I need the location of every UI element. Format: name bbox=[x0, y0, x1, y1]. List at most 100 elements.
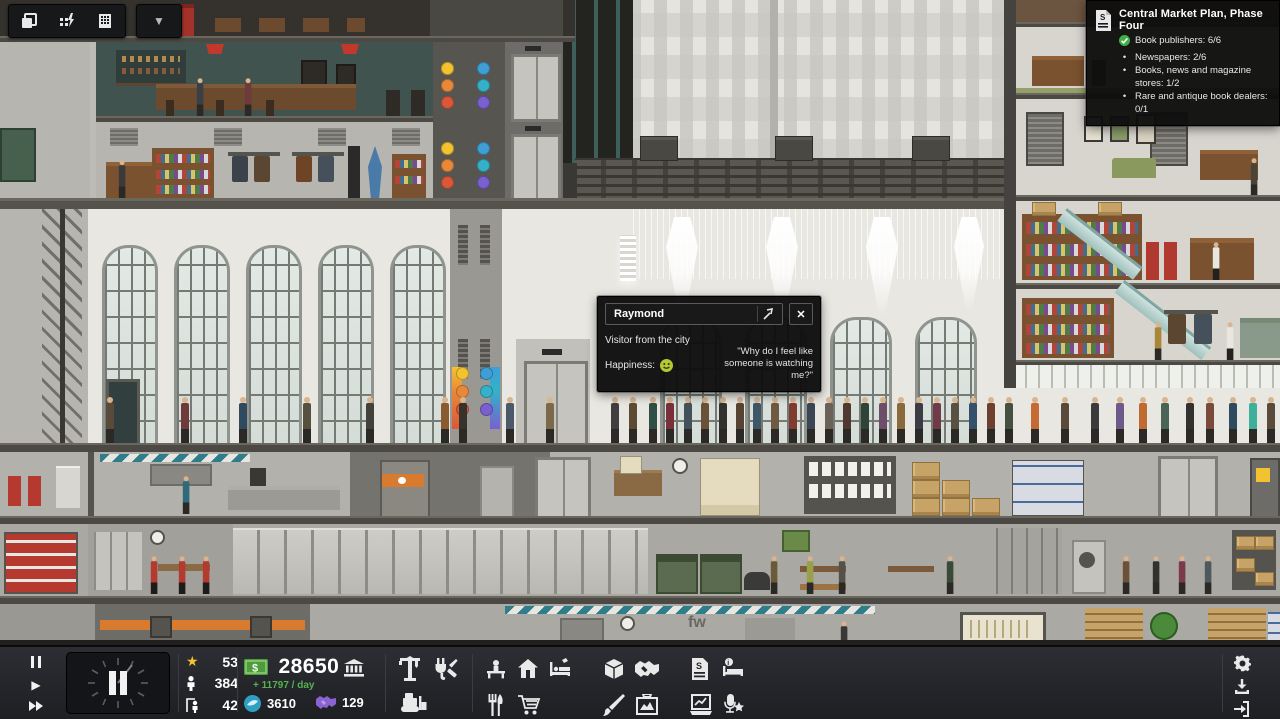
stat-stars[interactable]: ★ 53 bbox=[186, 653, 238, 670]
person-sprite[interactable] bbox=[238, 397, 248, 443]
menu-reports-button[interactable] bbox=[688, 693, 714, 717]
person-sprite[interactable] bbox=[824, 397, 834, 443]
person-sprite[interactable] bbox=[878, 397, 888, 443]
influence-group[interactable]: 3610 bbox=[244, 695, 296, 712]
person-sprite[interactable] bbox=[770, 556, 778, 594]
settings-button[interactable] bbox=[1232, 654, 1252, 672]
favors-group[interactable]: 129 bbox=[316, 695, 364, 710]
game-clock[interactable] bbox=[66, 652, 170, 714]
toolbar-collapse-button[interactable]: ▼ bbox=[149, 11, 169, 31]
menu-artwork-button[interactable] bbox=[634, 693, 660, 717]
menu-decor-button[interactable] bbox=[602, 693, 626, 717]
menu-deals-button[interactable] bbox=[634, 657, 660, 681]
stat-visitors[interactable]: 42 bbox=[186, 697, 238, 713]
utility-shaft[interactable] bbox=[433, 42, 505, 200]
person-sprite[interactable] bbox=[648, 397, 658, 443]
person-sprite[interactable] bbox=[105, 397, 115, 443]
person-sprite[interactable] bbox=[1090, 397, 1100, 443]
menu-tenants-button[interactable]: i bbox=[720, 657, 746, 681]
person-sprite[interactable] bbox=[718, 397, 728, 443]
person-sprite[interactable] bbox=[244, 78, 252, 116]
person-sprite[interactable] bbox=[1204, 556, 1212, 594]
person-name-field[interactable]: Raymond bbox=[605, 303, 783, 325]
person-sprite[interactable] bbox=[202, 556, 210, 594]
stat-population[interactable]: 384 bbox=[186, 675, 238, 691]
menu-contracts-button[interactable]: S bbox=[688, 657, 712, 681]
menu-goods-button[interactable] bbox=[602, 657, 626, 681]
person-sprite[interactable] bbox=[440, 397, 450, 443]
floor-layers-button[interactable] bbox=[19, 11, 39, 31]
person-sprite[interactable] bbox=[150, 556, 158, 594]
person-sprite[interactable] bbox=[986, 397, 996, 443]
building-grid-button[interactable] bbox=[95, 11, 115, 31]
menu-hotel-button[interactable] bbox=[548, 657, 572, 681]
goal-panel[interactable]: S Central Market Plan, Phase Four Book p… bbox=[1086, 0, 1280, 126]
person-sprite[interactable] bbox=[842, 397, 852, 443]
person-sprite[interactable] bbox=[914, 397, 924, 443]
person-sprite[interactable] bbox=[806, 556, 814, 594]
person-sprite[interactable] bbox=[1250, 158, 1258, 196]
person-sprite[interactable] bbox=[302, 397, 312, 443]
person-sprite[interactable] bbox=[735, 397, 745, 443]
service-floor-b[interactable] bbox=[0, 524, 1280, 596]
person-sprite[interactable] bbox=[683, 397, 693, 443]
pause-button[interactable] bbox=[26, 656, 46, 672]
person-sprite[interactable] bbox=[180, 397, 190, 443]
person-sprite[interactable] bbox=[1152, 556, 1160, 594]
person-sprite[interactable] bbox=[458, 397, 468, 443]
person-sprite[interactable] bbox=[752, 397, 762, 443]
person-sprite[interactable] bbox=[665, 397, 675, 443]
person-sprite[interactable] bbox=[946, 556, 954, 594]
bar-room[interactable] bbox=[96, 42, 433, 118]
service-floor-c[interactable]: fw bbox=[0, 604, 1280, 645]
person-sprite[interactable] bbox=[1160, 397, 1170, 443]
person-sprite[interactable] bbox=[505, 397, 515, 443]
person-sprite[interactable] bbox=[932, 397, 942, 443]
construction-button[interactable] bbox=[396, 655, 424, 683]
exit-button[interactable] bbox=[1232, 700, 1252, 718]
person-sprite[interactable] bbox=[1185, 397, 1195, 443]
person-sprite[interactable] bbox=[1115, 397, 1125, 443]
demolish-button[interactable] bbox=[398, 691, 428, 715]
person-sprite[interactable] bbox=[788, 397, 798, 443]
person-sprite[interactable] bbox=[1178, 556, 1186, 594]
person-sprite[interactable] bbox=[1060, 397, 1070, 443]
save-button[interactable] bbox=[1232, 677, 1252, 695]
person-sprite[interactable] bbox=[968, 397, 978, 443]
menu-restaurants-button[interactable] bbox=[484, 693, 508, 717]
service-floor-a[interactable] bbox=[0, 452, 1280, 516]
utilities-button[interactable] bbox=[432, 655, 460, 683]
menu-residential-button[interactable] bbox=[516, 657, 540, 681]
menu-prestige-button[interactable] bbox=[720, 693, 746, 717]
menu-offices-button[interactable] bbox=[484, 657, 508, 681]
follow-person-button[interactable] bbox=[757, 306, 780, 322]
person-sprite[interactable] bbox=[610, 397, 620, 443]
person-sprite[interactable] bbox=[196, 78, 204, 116]
play-button[interactable]: ▶ bbox=[26, 677, 46, 693]
person-sprite[interactable] bbox=[118, 160, 126, 198]
utilities-overlay-button[interactable] bbox=[57, 11, 77, 31]
fast-forward-button[interactable] bbox=[26, 698, 46, 714]
person-sprite[interactable] bbox=[628, 397, 638, 443]
person-sprite[interactable] bbox=[1030, 397, 1040, 443]
dumpster[interactable] bbox=[0, 128, 36, 182]
person-sprite[interactable] bbox=[770, 397, 780, 443]
finances-button[interactable] bbox=[342, 658, 366, 678]
elevator-shaft[interactable] bbox=[505, 42, 563, 200]
person-sprite[interactable] bbox=[545, 397, 555, 443]
person-sprite[interactable] bbox=[178, 556, 186, 594]
person-sprite[interactable] bbox=[1226, 322, 1234, 360]
person-sprite[interactable] bbox=[1248, 397, 1258, 443]
person-sprite[interactable] bbox=[365, 397, 375, 443]
person-sprite[interactable] bbox=[1212, 242, 1220, 280]
close-popup-button[interactable]: ✕ bbox=[789, 303, 813, 325]
storage-lockers[interactable] bbox=[233, 528, 648, 594]
person-sprite[interactable] bbox=[860, 397, 870, 443]
person-sprite[interactable] bbox=[1266, 397, 1276, 443]
person-sprite[interactable] bbox=[838, 556, 846, 594]
menu-retail-button[interactable] bbox=[516, 693, 542, 717]
person-sprite[interactable] bbox=[1154, 322, 1162, 360]
person-sprite[interactable] bbox=[1138, 397, 1148, 443]
person-sprite[interactable] bbox=[896, 397, 906, 443]
person-sprite[interactable] bbox=[700, 397, 710, 443]
